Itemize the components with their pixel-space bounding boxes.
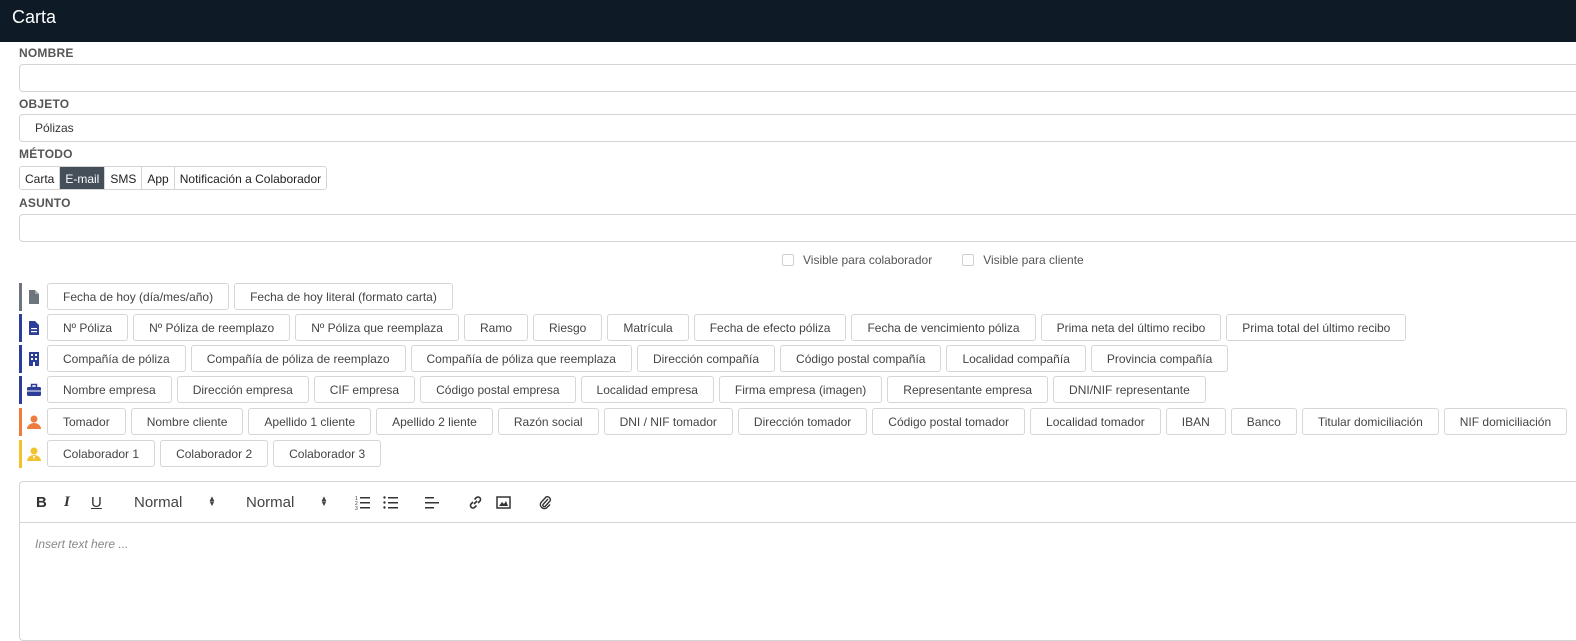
- variable-tag-button[interactable]: Dirección tomador: [737, 408, 868, 435]
- variable-tag-button[interactable]: Dirección compañía: [636, 345, 776, 372]
- align-left-icon[interactable]: [425, 495, 440, 510]
- variable-tag-button[interactable]: Nombre empresa: [47, 376, 172, 403]
- variable-tag-button[interactable]: Prima total del último recibo: [1226, 314, 1407, 341]
- variable-tag-button[interactable]: Nº Póliza de reemplazo: [133, 314, 291, 341]
- metodo-option-sms[interactable]: SMS: [105, 167, 143, 189]
- objeto-select[interactable]: Pólizas: [19, 114, 1576, 142]
- document-icon: [29, 290, 39, 304]
- policy-document-icon: [29, 321, 39, 335]
- variable-tag-list: Fecha de hoy (día/mes/año) Fecha de hoy l…: [47, 283, 458, 310]
- title-bar: Carta: [0, 0, 1576, 42]
- variable-tag-button[interactable]: Firma empresa (imagen): [718, 376, 883, 403]
- nombre-input[interactable]: [19, 64, 1576, 92]
- metodo-label: MÉTODO: [19, 147, 73, 161]
- variable-tag-list: Compañía de póliza Compañía de póliza de …: [47, 345, 1233, 372]
- link-icon[interactable]: [468, 495, 483, 510]
- metodo-segmented-control: Carta E-mail SMS App Notificación a Cola…: [19, 166, 328, 190]
- variable-tag-button[interactable]: Nº Póliza que reemplaza: [295, 314, 459, 341]
- variable-tag-button[interactable]: Localidad empresa: [580, 376, 714, 403]
- variable-tag-button[interactable]: Código postal tomador: [872, 408, 1026, 435]
- visible-cliente-checkbox[interactable]: [962, 254, 975, 266]
- svg-text:3: 3: [355, 506, 358, 510]
- variable-tag-button[interactable]: Compañía de póliza que reemplaza: [410, 345, 632, 372]
- variable-tag-button[interactable]: Nº Póliza: [47, 314, 129, 341]
- user-icon: [27, 415, 41, 429]
- group-color-bar: [19, 440, 22, 468]
- visible-colaborador-checkbox[interactable]: [782, 254, 794, 266]
- variable-tag-list: Colaborador 1 Colaborador 2 Colaborador 3: [47, 440, 386, 467]
- variable-tag-button[interactable]: Banco: [1230, 408, 1297, 435]
- variable-tag-list: Nº Póliza Nº Póliza de reemplazo Nº Póliza…: [47, 314, 1411, 341]
- variable-tag-button[interactable]: Apellido 1 cliente: [248, 408, 372, 435]
- ordered-list-icon[interactable]: 1 2 3: [355, 495, 370, 510]
- group-color-bar: [19, 314, 22, 342]
- collaborator-icon: [27, 447, 41, 461]
- variable-tag-button[interactable]: Dirección empresa: [176, 376, 309, 403]
- window-title: Carta: [12, 7, 57, 27]
- underline-button[interactable]: U: [91, 494, 102, 511]
- building-icon: [29, 352, 39, 366]
- variable-tag-button[interactable]: Colaborador 3: [273, 440, 382, 467]
- variable-tag-button[interactable]: Código postal empresa: [420, 376, 576, 403]
- editor-toolbar: B I U Normal ▲ ▼ Normal ▲ ▼ 1 2 3: [20, 482, 1576, 523]
- group-color-bar: [19, 376, 22, 404]
- variable-tag-button[interactable]: Fecha de efecto póliza: [693, 314, 847, 341]
- variable-tag-button[interactable]: Colaborador 2: [160, 440, 269, 467]
- bullet-list-icon[interactable]: [383, 495, 398, 510]
- variable-tag-button[interactable]: Fecha de hoy (día/mes/año): [47, 283, 230, 310]
- group-color-bar: [19, 408, 22, 436]
- variable-tag-button[interactable]: IBAN: [1165, 408, 1226, 435]
- variable-tag-button[interactable]: Representante empresa: [887, 376, 1049, 403]
- variable-tag-button[interactable]: Riesgo: [533, 314, 603, 341]
- variable-tag-button[interactable]: Localidad compañía: [946, 345, 1086, 372]
- variable-tag-button[interactable]: Compañía de póliza de reemplazo: [190, 345, 406, 372]
- metodo-option-carta[interactable]: Carta: [20, 167, 61, 189]
- variable-tag-button[interactable]: Razón social: [497, 408, 599, 435]
- group-color-bar: [19, 345, 22, 373]
- variable-tag-button[interactable]: DNI/NIF representante: [1053, 376, 1206, 403]
- asunto-label: ASUNTO: [19, 196, 71, 210]
- variable-tag-button[interactable]: Compañía de póliza: [47, 345, 186, 372]
- visibility-options: Visible para colaborador Visible para cl…: [782, 253, 1114, 267]
- variable-tag-list: Nombre empresa Dirección empresa CIF empre…: [47, 376, 1211, 403]
- variable-tag-button[interactable]: Fecha de vencimiento póliza: [851, 314, 1036, 341]
- variable-tag-button[interactable]: Colaborador 1: [47, 440, 156, 467]
- nombre-label: NOMBRE: [19, 46, 74, 60]
- metodo-option-app[interactable]: App: [142, 167, 175, 189]
- heading-select[interactable]: Normal: [246, 494, 294, 511]
- variable-tag-button[interactable]: Provincia compañía: [1090, 345, 1229, 372]
- variable-tag-button[interactable]: CIF empresa: [313, 376, 416, 403]
- variable-tag-button[interactable]: Nombre cliente: [130, 408, 244, 435]
- variable-tag-button[interactable]: Localidad tomador: [1030, 408, 1161, 435]
- bold-button[interactable]: B: [36, 494, 47, 511]
- variable-tag-button[interactable]: NIF domiciliación: [1443, 408, 1568, 435]
- attachment-icon[interactable]: [538, 495, 553, 510]
- variable-tag-button[interactable]: Matrícula: [607, 314, 689, 341]
- variable-tag-button[interactable]: Prima neta del último recibo: [1040, 314, 1222, 341]
- heading-caret-icon: ▲ ▼: [320, 494, 328, 508]
- variable-tag-button[interactable]: Fecha de hoy literal (formato carta): [234, 283, 453, 310]
- variable-tag-button[interactable]: Tomador: [47, 408, 126, 435]
- variable-tag-list: Tomador Nombre cliente Apellido 1 cliente A…: [47, 408, 1572, 435]
- variable-tag-button[interactable]: DNI / NIF tomador: [603, 408, 733, 435]
- visible-cliente-label: Visible para cliente: [983, 253, 1084, 267]
- image-icon[interactable]: [496, 495, 511, 510]
- variable-tag-button[interactable]: Ramo: [463, 314, 528, 341]
- objeto-label: OBJETO: [19, 97, 70, 111]
- rich-text-editor: B I U Normal ▲ ▼ Normal ▲ ▼ 1 2 3 Insert…: [19, 481, 1576, 641]
- group-color-bar: [19, 283, 22, 311]
- font-size-caret-icon: ▲ ▼: [208, 494, 216, 508]
- briefcase-icon: [27, 383, 41, 396]
- font-size-select[interactable]: Normal: [134, 494, 182, 511]
- metodo-option-email[interactable]: E-mail: [60, 167, 106, 189]
- editor-placeholder[interactable]: Insert text here ...: [35, 537, 128, 551]
- variable-tag-button[interactable]: Titular domiciliación: [1301, 408, 1439, 435]
- variable-tag-button[interactable]: Apellido 2 liente: [376, 408, 493, 435]
- italic-button[interactable]: I: [64, 494, 70, 511]
- asunto-input[interactable]: [19, 214, 1576, 242]
- visible-colaborador-label: Visible para colaborador: [803, 253, 933, 267]
- metodo-option-notificacion[interactable]: Notificación a Colaborador: [174, 167, 327, 189]
- variable-tag-button[interactable]: Código postal compañía: [780, 345, 942, 372]
